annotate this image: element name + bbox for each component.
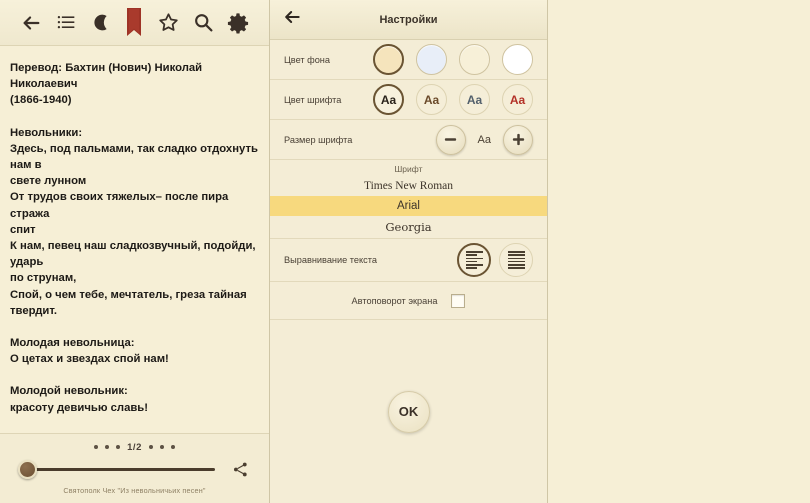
track-title: Святополк Чех "Из невольничьих песен"	[63, 486, 206, 495]
text-align-row: Выравнивание текста	[270, 238, 547, 282]
reader-paragraph-2: Молодая невольница: О цетах и звездах сп…	[10, 337, 169, 366]
page-dot	[148, 445, 153, 449]
bg-swatch-0[interactable]	[373, 44, 404, 75]
reader-text-area[interactable]: Перевод: Бахтин (Нович) Николай Николаев…	[0, 46, 269, 433]
font-size-label: Размер шрифта	[284, 134, 353, 145]
page-dot	[116, 445, 121, 449]
moon-icon[interactable]	[87, 10, 113, 36]
font-color-swatch-0[interactable]: Aa	[373, 84, 404, 115]
autorotate-checkbox[interactable]	[451, 293, 466, 308]
align-left-glyph	[465, 251, 483, 269]
bg-swatch-2[interactable]	[459, 44, 490, 75]
autorotate-label: Автоповорот экрана	[351, 295, 438, 306]
page-dot	[94, 445, 99, 449]
autorotate-row[interactable]: Автоповорот экрана	[270, 282, 547, 320]
font-size-controls: Aa	[435, 124, 533, 155]
align-justify-glyph	[507, 251, 525, 269]
text-align-label: Выравнивание текста	[284, 255, 377, 265]
font-size-increase-button[interactable]	[503, 124, 533, 155]
search-icon[interactable]	[190, 10, 216, 36]
settings-back-icon[interactable]	[282, 7, 302, 32]
audio-player-bar: 1/2 Святополк Чех "Из невольничьих песен…	[0, 433, 269, 503]
ok-button[interactable]: OK	[387, 390, 430, 433]
seek-row	[0, 456, 269, 482]
bg-swatch-3[interactable]	[502, 44, 533, 75]
reader-paragraph-0: Перевод: Бахтин (Нович) Николай Николаев…	[10, 62, 203, 107]
reader-paragraph-3: Молодой невольник: красоту девичью славь…	[10, 385, 149, 414]
text-align-options	[457, 243, 533, 277]
reader-paragraph-1: Невольники: Здесь, под пальмами, так сла…	[10, 126, 258, 317]
bg-color-label: Цвет фона	[284, 54, 330, 65]
align-justify-icon[interactable]	[499, 243, 533, 277]
page-dot	[170, 445, 175, 449]
bg-color-row: Цвет фона	[270, 40, 547, 80]
settings-panel: Настройки Цвет фона Цвет шрифта Aa Aa Aa…	[270, 0, 548, 503]
font-color-swatch-2[interactable]: Aa	[459, 84, 490, 115]
page-dot	[159, 445, 164, 449]
app-root: Перевод: Бахтин (Нович) Николай Николаев…	[0, 0, 810, 503]
seek-knob[interactable]	[18, 459, 37, 479]
align-left-icon[interactable]	[457, 243, 491, 277]
font-option-times-new-roman[interactable]: Times New Roman	[270, 176, 547, 196]
font-option-arial[interactable]: Arial	[270, 196, 547, 216]
reader-paragraph-4: Старики: О веках былых поведай!	[10, 432, 259, 433]
font-color-swatches: Aa Aa Aa Aa	[373, 84, 533, 115]
seek-slider[interactable]	[8, 457, 219, 481]
font-size-decrease-button[interactable]	[435, 124, 466, 155]
font-color-row: Цвет шрифта Aa Aa Aa Aa	[270, 80, 547, 120]
gear-icon[interactable]	[225, 10, 251, 36]
back-arrow-icon[interactable]	[18, 10, 44, 36]
page-indicator: 1/2	[0, 438, 269, 456]
reader-toolbar	[0, 0, 269, 46]
bg-color-swatches	[373, 44, 533, 75]
font-size-row: Размер шрифта Aa	[270, 120, 547, 160]
settings-header: Настройки	[270, 0, 547, 40]
bookmark-icon[interactable]	[121, 7, 147, 36]
bg-swatch-1[interactable]	[416, 44, 447, 75]
font-color-label: Цвет шрифта	[284, 94, 342, 105]
star-icon[interactable]	[156, 10, 182, 36]
list-icon[interactable]	[53, 10, 79, 36]
ok-area: OK	[270, 320, 547, 503]
page-number-label: 1/2	[127, 441, 142, 453]
seek-track	[30, 467, 215, 471]
reader-pane: Перевод: Бахтин (Нович) Николай Николаев…	[0, 0, 270, 503]
book-text-pane[interactable]: Киеве поутру довольно й колокол, висевши…	[548, 0, 810, 503]
font-color-swatch-1[interactable]: Aa	[416, 84, 447, 115]
font-size-sample: Aa	[477, 133, 491, 146]
share-icon[interactable]	[225, 456, 255, 482]
settings-title: Настройки	[379, 13, 438, 26]
font-color-swatch-3[interactable]: Aa	[502, 84, 533, 115]
page-dot	[105, 445, 110, 449]
font-section-label: Шрифт	[270, 160, 547, 176]
font-option-georgia[interactable]: Georgia	[270, 216, 547, 238]
